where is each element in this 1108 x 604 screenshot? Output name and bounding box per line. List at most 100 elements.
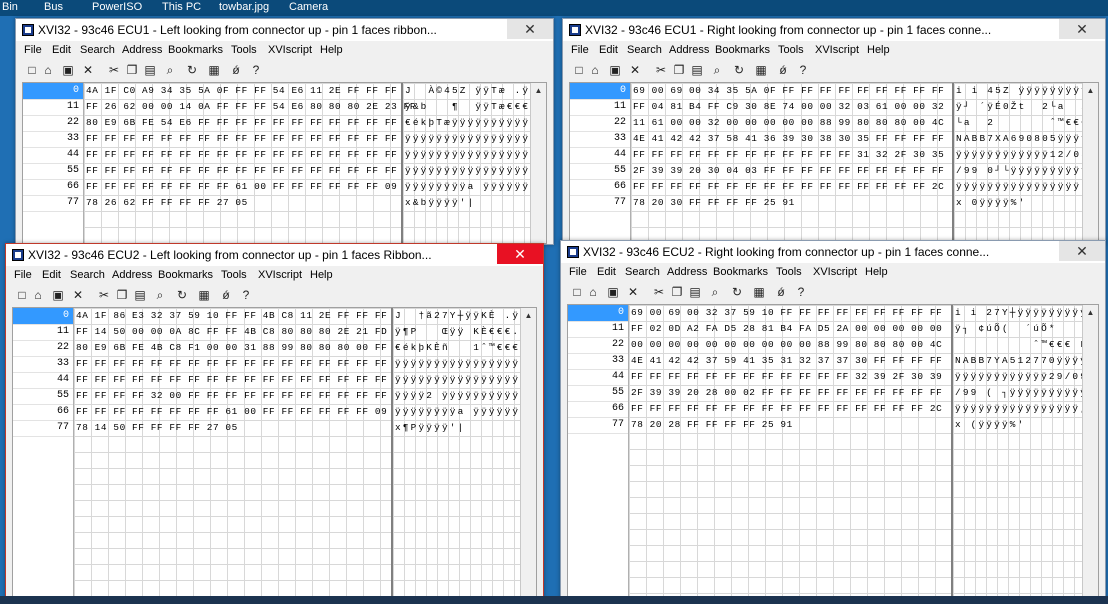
close-window-button[interactable]: ✕ bbox=[497, 244, 543, 264]
menu-item[interactable]: Address bbox=[112, 269, 152, 281]
help-icon[interactable]: ? bbox=[793, 284, 809, 300]
offset-cell[interactable]: 33 bbox=[13, 356, 73, 373]
open-folder-icon[interactable]: ⌂ bbox=[585, 284, 601, 300]
text-row[interactable]: ÿÿÿÿÿÿÿÿÿÿÿÿÿÿÿÿ, bbox=[953, 401, 1083, 417]
menu-item[interactable]: Address bbox=[122, 44, 162, 56]
hex-row[interactable]: FF FF FF FF FF FF FF FF FF FF FF FF FF F… bbox=[629, 401, 952, 417]
text-row[interactable]: €ékþTæÿÿÿÿÿÿÿÿÿÿÿ bbox=[403, 115, 531, 131]
paste-icon[interactable]: ▤ bbox=[132, 287, 148, 303]
text-row[interactable]: ÿÿÿÿÿÿÿÿa ÿÿÿÿÿÿ bbox=[393, 404, 521, 420]
text-row[interactable]: ˆ™€€€ L bbox=[953, 337, 1083, 353]
close-file-icon[interactable]: ✕ bbox=[80, 62, 96, 78]
text-row[interactable]: ÿÿÿÿÿÿÿÿa ÿÿÿÿÿÿ bbox=[403, 179, 531, 195]
xvi32-app-icon[interactable] bbox=[567, 246, 579, 258]
text-row[interactable]: x&bÿÿÿÿ'| bbox=[403, 195, 531, 211]
hex-row[interactable]: 4E 41 42 42 37 58 41 36 39 30 38 30 35 F… bbox=[631, 131, 953, 147]
offset-cell[interactable]: 0 bbox=[23, 83, 83, 100]
hex-row[interactable]: FF FF FF FF 32 00 FF FF FF FF FF FF FF F… bbox=[74, 388, 392, 404]
menu-item[interactable]: Tools bbox=[231, 44, 257, 56]
hex-row[interactable]: 78 20 30 FF FF FF FF 25 91 bbox=[631, 195, 953, 211]
print-icon[interactable]: ▦ bbox=[196, 287, 212, 303]
text-row[interactable]: ÿÿÿÿÿÿÿÿÿÿÿÿÿÿÿÿÿ bbox=[403, 147, 531, 163]
text-row[interactable]: i i 27Y┼ÿÿÿÿÿÿÿÿÿ bbox=[953, 305, 1083, 321]
scroll-up-icon[interactable]: ▲ bbox=[521, 308, 536, 323]
find-icon[interactable]: ⌕ bbox=[707, 284, 723, 300]
hex-row[interactable]: 4A 1F C0 A9 34 35 5A 0F FF FF 54 E6 11 2… bbox=[84, 83, 402, 99]
offset-cell[interactable]: 55 bbox=[13, 388, 73, 405]
desktop-label-poweriso[interactable]: PowerISO bbox=[92, 1, 142, 13]
offset-cell[interactable]: 44 bbox=[570, 147, 630, 164]
menu-item[interactable]: Help bbox=[320, 44, 343, 56]
copy-icon[interactable]: ❐ bbox=[669, 284, 685, 300]
paste-icon[interactable]: ▤ bbox=[687, 284, 703, 300]
open-folder-icon[interactable]: ⌂ bbox=[587, 62, 603, 78]
offset-cell[interactable]: 44 bbox=[13, 372, 73, 389]
help-icon[interactable]: ? bbox=[238, 287, 254, 303]
replace-icon[interactable]: ↻ bbox=[184, 62, 200, 78]
new-file-icon[interactable]: □ bbox=[14, 287, 30, 303]
hex-row[interactable]: 78 20 28 FF FF FF FF 25 91 bbox=[629, 417, 952, 433]
text-row[interactable]: J À©45Z ÿÿTæ .ÿÿÿ bbox=[403, 83, 531, 99]
title-bar[interactable]: XVI32 - 93c46 ECU2 - Left looking from c… bbox=[6, 244, 543, 266]
menu-item[interactable]: XVIscript bbox=[813, 266, 857, 278]
menu-item[interactable]: Search bbox=[627, 44, 662, 56]
scroll-up-icon[interactable]: ▲ bbox=[1083, 83, 1098, 98]
offset-cell[interactable]: 33 bbox=[23, 131, 83, 148]
menu-item[interactable]: XVIscript bbox=[815, 44, 859, 56]
window-ecu2-right[interactable]: XVI32 - 93c46 ECU2 - Right looking from … bbox=[560, 240, 1106, 598]
text-row[interactable]: NABB7YA512770ÿÿÿÿ bbox=[953, 353, 1083, 369]
hex-row[interactable]: FF FF FF FF FF FF FF FF FF FF FF FF FF F… bbox=[84, 147, 402, 163]
hex-pane[interactable]: 69 00 69 00 32 37 59 10 FF FF FF FF FF F… bbox=[628, 305, 952, 596]
hex-row[interactable]: 69 00 69 00 34 35 5A 0F FF FF FF FF FF F… bbox=[631, 83, 953, 99]
menu-item[interactable]: XVIscript bbox=[258, 269, 302, 281]
title-bar[interactable]: XVI32 - 93c46 ECU2 - Right looking from … bbox=[561, 241, 1105, 263]
menu-item[interactable]: File bbox=[569, 266, 587, 278]
menu-item[interactable]: Edit bbox=[52, 44, 71, 56]
offset-cell[interactable]: 55 bbox=[23, 163, 83, 180]
menu-item[interactable]: XVIscript bbox=[268, 44, 312, 56]
new-file-icon[interactable]: □ bbox=[24, 62, 40, 78]
hex-row[interactable]: 00 00 00 00 00 00 00 00 00 00 88 99 80 8… bbox=[629, 337, 952, 353]
hex-row[interactable]: 11 61 00 00 32 00 00 00 00 00 88 99 80 8… bbox=[631, 115, 953, 131]
copy-icon[interactable]: ❐ bbox=[114, 287, 130, 303]
text-row[interactable]: ÿÿÿÿ2 ÿÿÿÿÿÿÿÿÿÿÿ bbox=[393, 388, 521, 404]
menu-item[interactable]: Search bbox=[70, 269, 105, 281]
desktop-label-bin[interactable]: Bin bbox=[2, 1, 18, 13]
copy-icon[interactable]: ❐ bbox=[671, 62, 687, 78]
menu-item[interactable]: Edit bbox=[597, 266, 616, 278]
text-row[interactable]: ÿÿÿÿÿÿÿÿÿÿÿÿÿÿÿÿÿ bbox=[393, 356, 521, 372]
cut-icon[interactable]: ✂ bbox=[651, 284, 667, 300]
print-icon[interactable]: ▦ bbox=[751, 284, 767, 300]
menu-item[interactable]: Tools bbox=[778, 44, 804, 56]
menu-item[interactable]: Help bbox=[310, 269, 333, 281]
offset-cell[interactable]: 33 bbox=[570, 131, 630, 148]
menu-item[interactable]: Search bbox=[80, 44, 115, 56]
print-icon[interactable]: ▦ bbox=[753, 62, 769, 78]
text-row[interactable]: NABB7XA690805ÿÿÿÿ bbox=[954, 131, 1083, 147]
hex-pane[interactable]: 4A 1F 86 E3 32 37 59 10 FF FF 4B C8 11 2… bbox=[73, 308, 392, 596]
text-row[interactable]: ÿÿÿÿÿÿÿÿÿÿÿÿÿÿÿÿÿ bbox=[393, 372, 521, 388]
close-file-icon[interactable]: ✕ bbox=[625, 284, 641, 300]
paste-icon[interactable]: ▤ bbox=[689, 62, 705, 78]
offset-cell[interactable]: 44 bbox=[568, 369, 628, 386]
script-icon[interactable]: ǿ bbox=[218, 287, 234, 303]
offset-cell[interactable]: 66 bbox=[13, 404, 73, 421]
hex-row[interactable]: FF FF FF FF FF FF FF FF FF FF FF FF 31 3… bbox=[631, 147, 953, 163]
menu-item[interactable]: Tools bbox=[776, 266, 802, 278]
close-window-button[interactable]: ✕ bbox=[1059, 19, 1105, 39]
text-row[interactable]: └a 2 ˆ™€€€ L bbox=[954, 115, 1083, 131]
copy-icon[interactable]: ❐ bbox=[124, 62, 140, 78]
paste-icon[interactable]: ▤ bbox=[142, 62, 158, 78]
text-row[interactable]: J †ã27Y┼ÿÿKÈ .ÿÿÿ bbox=[393, 308, 521, 324]
xvi32-app-icon[interactable] bbox=[22, 24, 34, 36]
desktop-label-towbar[interactable]: towbar.jpg bbox=[219, 1, 269, 13]
hex-row[interactable]: FF FF FF FF FF FF FF FF FF FF FF FF FF F… bbox=[84, 163, 402, 179]
offset-cell[interactable]: 22 bbox=[23, 115, 83, 132]
menu-item[interactable]: Help bbox=[867, 44, 890, 56]
menu-item[interactable]: Bookmarks bbox=[715, 44, 770, 56]
offset-cell[interactable]: 55 bbox=[570, 163, 630, 180]
script-icon[interactable]: ǿ bbox=[228, 62, 244, 78]
cut-icon[interactable]: ✂ bbox=[653, 62, 669, 78]
hex-pane[interactable]: 69 00 69 00 34 35 5A 0F FF FF FF FF FF F… bbox=[630, 83, 953, 243]
hex-row[interactable]: FF FF FF FF FF FF FF FF 61 00 FF FF FF F… bbox=[74, 404, 392, 420]
